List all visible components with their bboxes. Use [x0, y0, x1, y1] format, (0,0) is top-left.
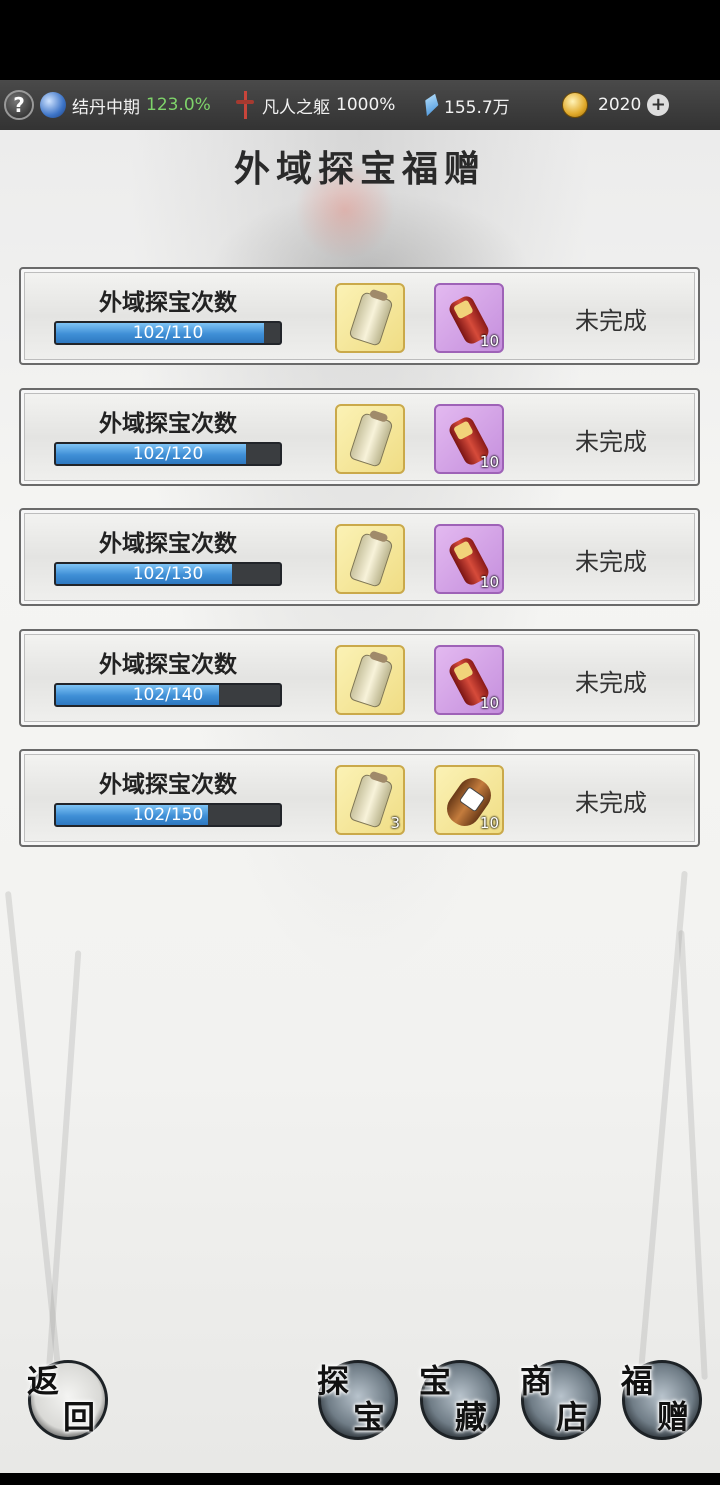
- mountain-decoration: [210, 190, 530, 270]
- task-name: 外域探宝次数: [99, 531, 237, 557]
- task-name: 外域探宝次数: [99, 772, 237, 798]
- bottom-black-bar: [0, 1473, 720, 1485]
- task-name: 外域探宝次数: [99, 411, 237, 437]
- reward-scroll-item[interactable]: [335, 283, 405, 353]
- treasure-char-1: 宝: [419, 1362, 452, 1400]
- task-status: 未完成: [575, 548, 647, 576]
- shop-char-2: 店: [556, 1398, 589, 1436]
- back-char-2: 回: [63, 1398, 96, 1436]
- reward-scroll-item[interactable]: [335, 645, 405, 715]
- page-title: 外域探宝福赠: [233, 148, 486, 190]
- progress-text: 102/150: [132, 805, 204, 825]
- scroll-icon: [348, 532, 394, 588]
- realm-icon: [40, 92, 66, 118]
- task-row: 外域探宝次数 102/120 10 未完成: [19, 388, 700, 486]
- reward-pouch-item[interactable]: 10: [434, 524, 504, 594]
- reward-gourd-item[interactable]: 10: [434, 765, 504, 835]
- progress-bar: 102/110: [54, 321, 282, 345]
- task-status: 未完成: [575, 307, 647, 335]
- reward-count: 10: [479, 453, 499, 471]
- back-button-label: 返 回: [23, 1357, 119, 1449]
- reward-pouch-item[interactable]: 10: [434, 645, 504, 715]
- scroll-icon: [348, 653, 394, 709]
- treasure-char-2: 藏: [455, 1398, 488, 1436]
- progress-text: 102/140: [132, 685, 204, 705]
- reward-count: 10: [479, 814, 499, 832]
- bamboo-decoration: [678, 930, 708, 1380]
- realm-name: 结丹中期: [72, 97, 140, 118]
- reward-pouch-item[interactable]: 10: [434, 283, 504, 353]
- progress-bar: 102/140: [54, 683, 282, 707]
- treasure-button[interactable]: 宝 藏: [419, 1360, 500, 1440]
- back-button[interactable]: 返 回: [27, 1360, 108, 1440]
- explore-button[interactable]: 探 宝: [317, 1360, 398, 1440]
- reward-scroll-item[interactable]: [335, 404, 405, 474]
- reward-pouch-item[interactable]: 10: [434, 404, 504, 474]
- task-status: 未完成: [575, 428, 647, 456]
- task-row: 外域探宝次数 102/150 3 10 未完成: [19, 749, 700, 847]
- reward-count: 3: [390, 814, 400, 832]
- realm-stat[interactable]: 结丹中期 123.0%: [40, 80, 211, 130]
- reward-count: 10: [479, 573, 499, 591]
- body-stat[interactable]: 凡人之躯 1000%: [234, 80, 395, 130]
- explore-char-2: 宝: [353, 1398, 386, 1436]
- progress-bar: 102/130: [54, 562, 282, 586]
- scroll-icon: [348, 773, 394, 829]
- task-status: 未完成: [575, 789, 647, 817]
- body-percent: 1000%: [336, 95, 396, 115]
- progress-bar: 102/150: [54, 803, 282, 827]
- progress-text: 102/110: [132, 323, 204, 343]
- reward-count: 10: [479, 694, 499, 712]
- body-name: 凡人之躯: [262, 97, 330, 118]
- main-panel: 外域探宝福赠 外域探宝次数 102/110 10 未完成 外域探宝次数 102/…: [0, 130, 720, 1473]
- scroll-icon: [348, 412, 394, 468]
- progress-bar: 102/120: [54, 442, 282, 466]
- gift-button[interactable]: 福 赠: [621, 1360, 702, 1440]
- coin-stat[interactable]: 2020 +: [562, 80, 670, 130]
- coin-icon: [562, 92, 588, 118]
- task-row: 外域探宝次数 102/110 10 未完成: [19, 267, 700, 365]
- task-row: 外域探宝次数 102/140 10 未完成: [19, 629, 700, 727]
- crystal-amount: 155.7万: [444, 97, 510, 118]
- explore-char-1: 探: [317, 1362, 350, 1400]
- progress-text: 102/130: [132, 564, 204, 584]
- top-black-bar: [0, 0, 720, 80]
- shop-button[interactable]: 商 店: [520, 1360, 601, 1440]
- reward-scroll-item[interactable]: 3: [335, 765, 405, 835]
- reward-scroll-item[interactable]: [335, 524, 405, 594]
- treasure-button-label: 宝 藏: [415, 1357, 511, 1449]
- bamboo-decoration: [44, 950, 82, 1390]
- crystal-stat[interactable]: 155.7万: [424, 80, 510, 130]
- gift-char-1: 福: [621, 1362, 654, 1400]
- explore-button-label: 探 宝: [313, 1357, 409, 1449]
- add-coin-button[interactable]: +: [647, 94, 670, 116]
- task-status: 未完成: [575, 669, 647, 697]
- crystal-icon: [420, 91, 441, 118]
- realm-percent: 123.0%: [146, 95, 211, 115]
- gift-button-label: 福 赠: [617, 1357, 713, 1449]
- scroll-icon: [348, 291, 394, 347]
- coin-amount: 2020: [598, 95, 642, 115]
- progress-text: 102/120: [132, 444, 204, 464]
- shop-button-label: 商 店: [516, 1357, 612, 1449]
- sword-icon: [234, 91, 256, 119]
- task-name: 外域探宝次数: [99, 652, 237, 678]
- task-name: 外域探宝次数: [99, 290, 237, 316]
- shop-char-1: 商: [520, 1362, 553, 1400]
- gift-char-2: 赠: [657, 1398, 690, 1436]
- reward-count: 10: [479, 332, 499, 350]
- task-row: 外域探宝次数 102/130 10 未完成: [19, 508, 700, 606]
- help-button[interactable]: ?: [4, 90, 34, 120]
- back-char-1: 返: [27, 1362, 60, 1400]
